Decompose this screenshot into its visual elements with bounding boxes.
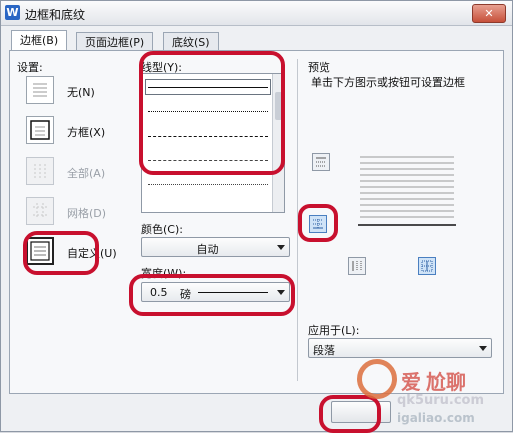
setting-all-label[interactable]: 全部(A) [67, 165, 105, 181]
chevron-down-icon [479, 346, 487, 351]
scrollbar-thumb[interactable] [275, 92, 282, 120]
line-style-dashed[interactable] [148, 136, 268, 137]
setting-custom-label[interactable]: 自定义(U) [67, 245, 117, 261]
close-button[interactable]: ✕ [472, 4, 506, 23]
watermark-logo [357, 359, 397, 399]
custom-border-icon[interactable] [26, 237, 54, 265]
all-border-icon[interactable] [26, 157, 54, 185]
width-line-sample [198, 292, 268, 293]
apply-to-value: 段落 [313, 344, 335, 357]
box-border-icon[interactable] [26, 116, 54, 144]
top-border-button[interactable] [312, 153, 330, 171]
setting-none-label[interactable]: 无(N) [67, 84, 95, 100]
none-border-icon[interactable] [26, 76, 54, 104]
watermark-text-1: 爱 [401, 370, 421, 394]
chevron-down-icon [277, 290, 285, 295]
line-style-dotted-fine[interactable] [148, 184, 268, 185]
setting-box-label[interactable]: 方框(X) [67, 124, 105, 140]
grid-border-icon[interactable] [26, 197, 54, 225]
apply-to-label: 应用于(L): [308, 324, 360, 337]
color-value: 自动 [196, 243, 219, 256]
apply-to-select[interactable]: 段落 [308, 338, 492, 358]
tab-page-borders[interactable]: 页面边框(P) [76, 32, 154, 51]
tab-borders[interactable]: 边框(B) [11, 30, 68, 51]
ok-button[interactable] [331, 401, 391, 423]
watermark-url: qk5uru.com [397, 393, 485, 408]
color-select[interactable]: 自动 [141, 237, 290, 257]
preview-label: 预览 [308, 61, 330, 74]
width-value: 0.5 [150, 286, 168, 299]
column-divider [297, 59, 298, 381]
line-style-dash-long[interactable] [148, 160, 268, 161]
tab-shading[interactable]: 底纹(S) [163, 32, 219, 51]
width-unit: 磅 [180, 288, 191, 301]
chevron-down-icon [277, 245, 285, 250]
left-border-button[interactable] [348, 257, 366, 275]
watermark-url-2: igaliao.com [397, 411, 475, 425]
wps-writer-icon: W [5, 5, 20, 20]
width-select[interactable]: 0.5 磅 [141, 282, 290, 302]
setting-grid-label[interactable]: 网格(D) [67, 205, 106, 221]
settings-label: 设置: [17, 61, 43, 74]
title-bar[interactable]: W 边框和底纹 ✕ [1, 1, 512, 26]
bottom-border-button[interactable] [309, 215, 327, 233]
line-style-dotted[interactable] [148, 111, 268, 112]
line-style-solid[interactable] [148, 87, 268, 88]
dialog-title: 边框和底纹 [25, 8, 86, 22]
preview-area[interactable] [356, 151, 458, 233]
color-label: 颜色(C): [141, 223, 183, 236]
watermark-text-2: 尬聊 [426, 370, 466, 394]
width-label: 宽度(W): [141, 267, 187, 280]
preview-hint: 单击下方图示或按钮可设置边框 [311, 76, 465, 89]
line-style-scrollbar[interactable] [272, 74, 284, 212]
borders-shading-dialog: W 边框和底纹 ✕ 边框(B) 页面边框(P) 底纹(S) 设置: 无(N) 方… [0, 0, 513, 433]
right-border-button[interactable] [418, 257, 436, 275]
line-style-list[interactable] [141, 73, 285, 213]
